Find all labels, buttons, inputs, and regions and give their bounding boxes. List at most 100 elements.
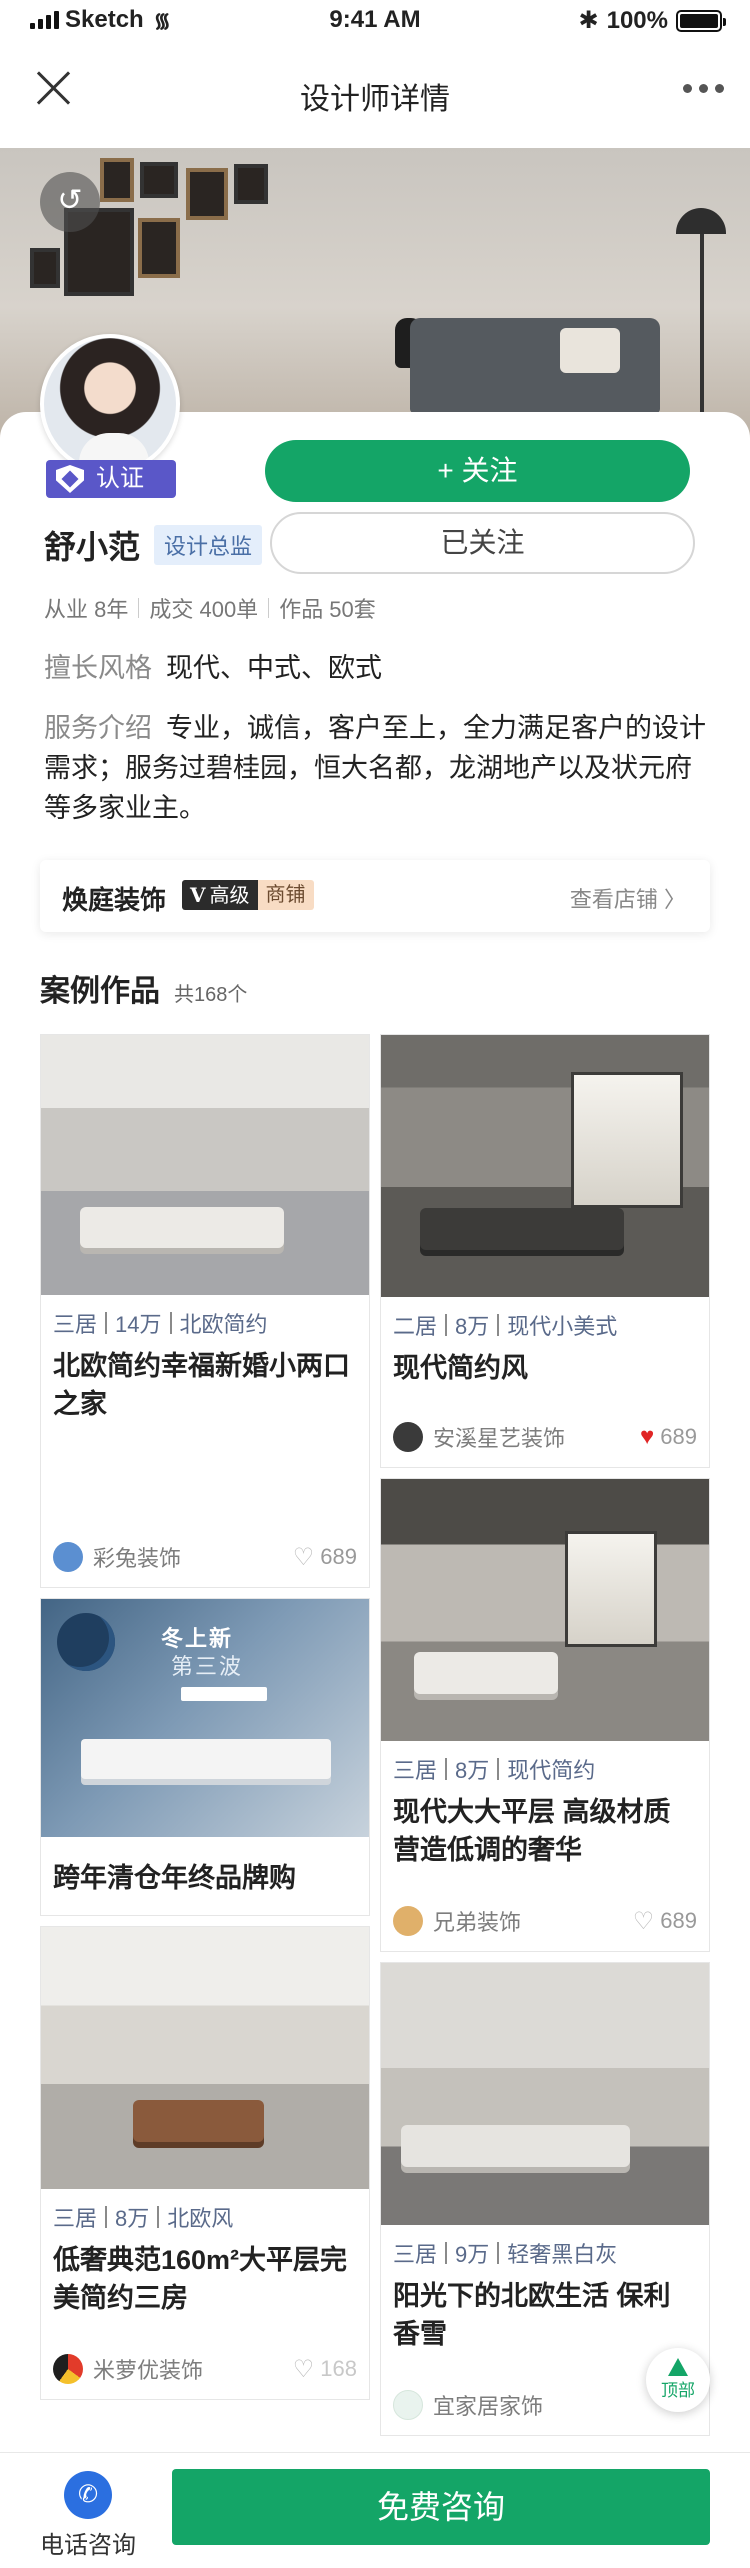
case-image — [41, 1927, 369, 2189]
view-shop-link[interactable]: 查看店铺 〉 — [570, 882, 686, 914]
battery-icon — [676, 9, 726, 32]
tree-icon — [668, 2358, 688, 2376]
level-letter: V — [190, 883, 206, 907]
divider — [138, 598, 140, 618]
style-row: 擅长风格 现代、中式、欧式 — [44, 648, 382, 688]
service-label: 服务介绍 — [44, 713, 152, 743]
avatar — [40, 334, 180, 474]
nav-bar: 设计师详情 — [0, 40, 750, 148]
like-button[interactable]: ♥ 689 — [640, 1423, 697, 1451]
designer-name: 舒小范 — [44, 529, 141, 565]
status-bar: Sketch ᯾ 9:41 AM ✱ 100% — [0, 0, 750, 40]
company-logo — [393, 1422, 423, 1452]
stat-works: 作品 50套 — [279, 597, 376, 622]
divider — [268, 598, 270, 618]
wall-frame — [186, 168, 228, 220]
bluetooth-icon: ✱ — [578, 7, 599, 34]
case-card[interactable]: 三居 8万 北欧风 低奢典范160m²大平层完美简约三房 米萝优装饰 ♡ 168 — [40, 1926, 370, 2400]
case-tags: 三居 8万 北欧风 — [53, 2206, 234, 2231]
case-meta: 彩兔装饰 ♡ 689 — [53, 1541, 357, 1573]
shop-name: 焕庭装饰 — [62, 885, 167, 915]
company-name: 米萝优装饰 — [93, 2358, 204, 2383]
wall-art — [564, 1531, 657, 1647]
case-card[interactable]: 三居 8万 现代简约 现代大大平层 高级材质营造低调的奢华 兄弟装饰 ♡ 689 — [380, 1478, 710, 1952]
case-card[interactable]: 三居 14万 北欧简约 北欧简约幸福新婚小两口之家 彩兔装饰 ♡ 689 — [40, 1034, 370, 1588]
case-title: 现代大大平层 高级材质营造低调的奢华 — [393, 1797, 671, 1865]
case-image — [381, 1479, 709, 1741]
window — [571, 1071, 683, 1208]
company-name: 兄弟装饰 — [433, 1910, 522, 1935]
moon-graphic — [57, 1613, 115, 1671]
case-tags: 二居 8万 现代小美式 — [393, 1314, 618, 1339]
phone-icon: ✆ — [64, 2471, 112, 2519]
company-name: 彩兔装饰 — [93, 1546, 182, 1571]
case-image — [41, 1035, 369, 1295]
heart-icon: ♡ — [292, 1543, 315, 1571]
shop-level-badge: V 高级 商铺 — [182, 880, 314, 910]
promo-card[interactable]: 冬上新 第三波 跨年清仓年终品牌购 — [40, 1598, 370, 1916]
case-meta: 米萝优装饰 ♡ 168 — [53, 2353, 357, 2385]
wall-frame — [234, 164, 268, 204]
back-icon[interactable]: ↺ — [40, 172, 100, 232]
company-logo — [53, 1542, 83, 1572]
heart-icon: ♡ — [292, 2355, 315, 2383]
case-title: 低奢典范160m²大平层完美简约三房 — [53, 2245, 348, 2313]
like-button[interactable]: ♡ 689 — [633, 1907, 697, 1936]
chairs — [132, 2099, 265, 2142]
shield-icon — [56, 465, 84, 493]
case-title: 阳光下的北欧生活 保利香雪 — [393, 2281, 671, 2349]
cases-title: 案例作品 — [40, 975, 160, 1008]
case-image — [381, 1963, 709, 2225]
case-tags: 三居 14万 北欧简约 — [53, 1312, 268, 1337]
stat-years: 从业 8年 — [44, 597, 129, 622]
page-title: 设计师详情 — [300, 83, 450, 116]
designer-header: 舒小范 设计总监 — [44, 522, 263, 568]
stat-deals: 成交 400单 — [149, 597, 259, 622]
sofa — [400, 2125, 631, 2168]
wall-frame — [138, 218, 180, 278]
battery-percent: 100% — [606, 6, 668, 34]
cases-heading: 案例作品 共168个 — [40, 966, 247, 1010]
style-value: 现代、中式、欧式 — [166, 653, 382, 683]
verified-label: 认证 — [96, 465, 144, 492]
service-row: 服务介绍 专业，诚信，客户至上，全力满足客户的设计需求；服务过碧桂园，恒大名都，龙… — [44, 708, 714, 828]
phone-consult-button[interactable]: ✆ 电话咨询 — [30, 2465, 146, 2559]
company-logo — [393, 1906, 423, 1936]
back-to-top-label: 顶部 — [661, 2381, 695, 2400]
like-button[interactable]: ♡ 168 — [293, 2355, 357, 2384]
sofa — [80, 1206, 284, 1249]
promo-platform — [81, 1739, 331, 1779]
desk — [413, 1651, 559, 1694]
cases-count: 共168个 — [174, 984, 248, 1006]
follow-button[interactable]: + 关注 — [265, 440, 690, 502]
promo-image: 冬上新 第三波 — [41, 1599, 369, 1837]
heart-icon: ♥ — [640, 1423, 655, 1450]
back-to-top-button[interactable]: 顶部 — [646, 2348, 710, 2412]
more-icon[interactable] — [683, 84, 724, 93]
verified-badge: 认证 — [46, 460, 176, 498]
free-consult-button[interactable]: 免费咨询 — [172, 2469, 710, 2545]
company-name: 安溪星艺装饰 — [433, 1426, 566, 1451]
heart-icon: ♡ — [632, 1907, 655, 1935]
wall-frame — [100, 158, 134, 202]
shop-type: 商铺 — [257, 880, 314, 910]
company-logo — [53, 2354, 83, 2384]
level-text: 高级 — [209, 885, 250, 907]
like-button[interactable]: ♡ 689 — [293, 1543, 357, 1572]
shop-bar[interactable]: 焕庭装饰 V 高级 商铺 查看店铺 〉 — [40, 860, 710, 932]
designer-title-tag: 设计总监 — [154, 525, 263, 565]
designer-stats: 从业 8年 成交 400单 作品 50套 — [44, 592, 376, 624]
company-logo — [393, 2390, 423, 2420]
company-name: 宜家居家饰 — [433, 2394, 544, 2419]
status-right: ✱ 100% — [578, 6, 726, 35]
case-image — [381, 1035, 709, 1297]
promo-line-2: 第三波 — [171, 1654, 244, 1679]
case-meta: 兄弟装饰 ♡ 689 — [393, 1905, 697, 1937]
wall-frame — [140, 162, 178, 198]
case-tags: 三居 8万 现代简约 — [393, 1758, 596, 1783]
case-meta: 安溪星艺装饰 ♥ 689 — [393, 1421, 697, 1453]
followed-button[interactable]: 已关注 — [270, 512, 695, 574]
case-card[interactable]: 二居 8万 现代小美式 现代简约风 安溪星艺装饰 ♥ 689 — [380, 1034, 710, 1468]
style-label: 擅长风格 — [44, 653, 152, 683]
sofa — [420, 1207, 624, 1250]
